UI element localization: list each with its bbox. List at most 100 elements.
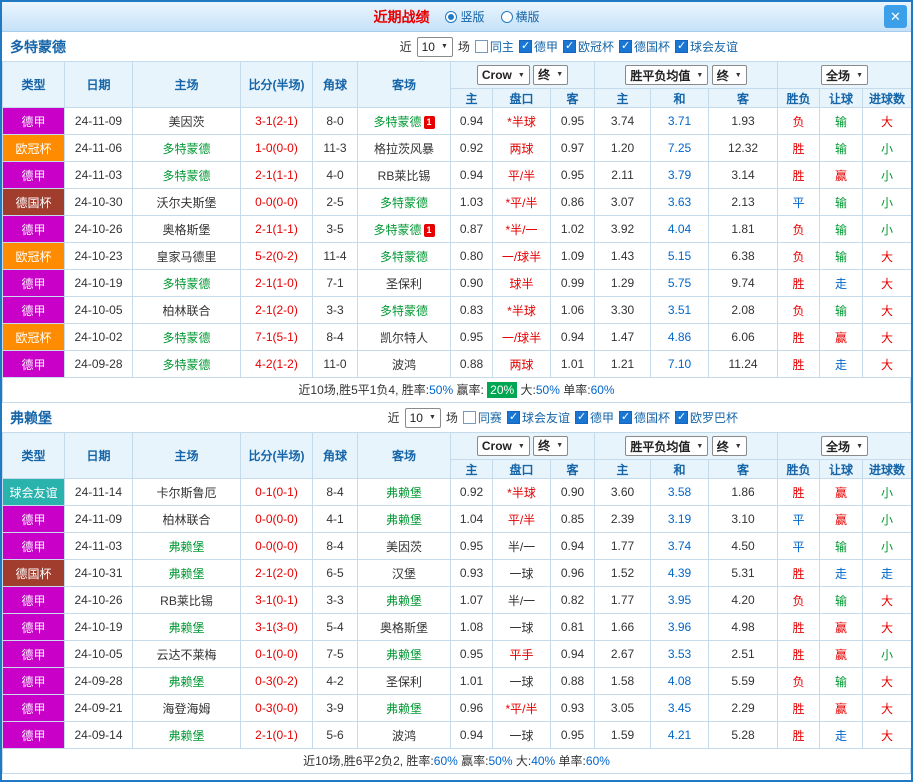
col-goals: 进球数 (863, 460, 912, 479)
scope-group-header: 全场▼ (778, 62, 912, 89)
avg-away-odds: 3.10 (709, 506, 778, 533)
col-avg-home: 主 (595, 89, 651, 108)
handicap-result: 赢 (820, 324, 863, 351)
checkbox-icon[interactable] (463, 411, 476, 424)
score: 0-0(0-0) (241, 189, 313, 216)
away-odds: 0.81 (551, 614, 595, 641)
col-odds-home: 主 (451, 89, 493, 108)
odds-company-select[interactable]: Crow▼ (477, 436, 530, 456)
filter-checkbox-league[interactable]: 德国杯 (619, 409, 670, 426)
scope-select[interactable]: 全场▼ (821, 65, 868, 85)
avg-away-odds: 4.50 (709, 533, 778, 560)
match-date: 24-11-06 (65, 135, 133, 162)
chevron-down-icon: ▼ (518, 443, 525, 450)
filter-checkbox-venue[interactable]: 同主 (475, 38, 514, 55)
radio-icon[interactable] (501, 11, 513, 23)
red-card-icon: 1 (424, 116, 435, 129)
match-row: 德甲24-10-19弗赖堡3-1(3-0)5-4奥格斯堡1.08一球0.811.… (3, 614, 912, 641)
recent-count-select[interactable]: 10 ▼ (417, 37, 453, 57)
league-badge: 德甲 (3, 668, 65, 695)
match-row: 德甲24-09-14弗赖堡2-1(0-1)5-6波鸿0.94一球0.951.59… (3, 722, 912, 749)
filter-checkbox-league[interactable]: 欧冠杯 (563, 38, 614, 55)
summary-text: 赢率: (458, 754, 489, 768)
radio-icon[interactable] (445, 11, 457, 23)
handicap: 一球 (493, 560, 551, 587)
handicap-result: 输 (820, 243, 863, 270)
avg-away-odds: 5.28 (709, 722, 778, 749)
checkbox-icon[interactable] (675, 411, 688, 424)
avg-home-odds: 3.07 (595, 189, 651, 216)
checkbox-label: 德国杯 (634, 38, 670, 55)
avg-odds-select[interactable]: 胜平负均值▼ (625, 65, 708, 85)
handicap: *半球 (493, 479, 551, 506)
checkbox-icon[interactable] (475, 40, 488, 53)
home-odds: 0.94 (451, 108, 493, 135)
result: 胜 (778, 162, 820, 189)
avg-home-odds: 2.39 (595, 506, 651, 533)
filter-checkbox-league[interactable]: 球会友谊 (675, 38, 738, 55)
match-row: 德甲24-09-28弗赖堡0-3(0-2)4-2圣保利1.01一球0.881.5… (3, 668, 912, 695)
summary-line: 近10场,胜5平1负4, 胜率:50% 赢率: 20% 大:50% 单率:60% (2, 378, 911, 403)
checkbox-icon[interactable] (507, 411, 520, 424)
result: 负 (778, 297, 820, 324)
home-team: 多特蒙德 (133, 324, 241, 351)
checkbox-label: 德甲 (534, 38, 558, 55)
summary-line: 近10场,胜6平2负2, 胜率:60% 赢率:50% 大:40% 单率:60% (2, 749, 911, 774)
checkbox-icon[interactable] (563, 40, 576, 53)
checkbox-icon[interactable] (675, 40, 688, 53)
odds-final-select[interactable]: 终▼ (533, 65, 568, 85)
league-badge: 德甲 (3, 216, 65, 243)
avg-odds-select[interactable]: 胜平负均值▼ (625, 436, 708, 456)
col-odds-away: 客 (551, 460, 595, 479)
filter-checkbox-venue[interactable]: 同赛 (463, 409, 502, 426)
checkbox-icon[interactable] (619, 40, 632, 53)
avg-draw-odds: 3.96 (651, 614, 709, 641)
summary-text: 60% (434, 754, 458, 768)
result: 平 (778, 533, 820, 560)
scope-select[interactable]: 全场▼ (821, 436, 868, 456)
goals-result: 大 (863, 587, 912, 614)
avg-final-select[interactable]: 终▼ (712, 436, 747, 456)
chevron-down-icon: ▼ (518, 72, 525, 79)
checkbox-icon[interactable] (619, 411, 632, 424)
avg-home-odds: 3.92 (595, 216, 651, 243)
layout-horizontal-radio[interactable]: 横版 (501, 8, 540, 25)
away-team: 弗赖堡 (358, 506, 451, 533)
odds-company-select[interactable]: Crow▼ (477, 65, 530, 85)
match-row: 德甲24-10-19多特蒙德2-1(1-0)7-1圣保利0.90球半0.991.… (3, 270, 912, 297)
avg-away-odds: 6.06 (709, 324, 778, 351)
layout-vertical-radio[interactable]: 竖版 (445, 8, 484, 25)
checkbox-icon[interactable] (575, 411, 588, 424)
recent-count-select[interactable]: 10 ▼ (405, 408, 441, 428)
avg-away-odds: 12.32 (709, 135, 778, 162)
col-corner: 角球 (313, 62, 358, 108)
avg-final-select[interactable]: 终▼ (712, 65, 747, 85)
corner-score: 2-5 (313, 189, 358, 216)
match-date: 24-09-21 (65, 695, 133, 722)
match-date: 24-10-05 (65, 641, 133, 668)
col-handicap: 盘口 (493, 460, 551, 479)
corner-score: 8-0 (313, 108, 358, 135)
away-team: 美因茨 (358, 533, 451, 560)
avg-home-odds: 1.29 (595, 270, 651, 297)
match-row: 球会友谊24-11-14卡尔斯鲁厄0-1(0-1)8-4弗赖堡0.92*半球0.… (3, 479, 912, 506)
corner-score: 8-4 (313, 324, 358, 351)
corner-score: 7-5 (313, 641, 358, 668)
checkbox-icon[interactable] (519, 40, 532, 53)
filter-checkbox-league[interactable]: 球会友谊 (507, 409, 570, 426)
league-badge: 欧冠杯 (3, 243, 65, 270)
filter-checkbox-league[interactable]: 德甲 (519, 38, 558, 55)
odds-final-select[interactable]: 终▼ (533, 436, 568, 456)
titlebar: 近期战绩 竖版 横版 ✕ (2, 2, 911, 32)
col-goals: 进球数 (863, 89, 912, 108)
filter-checkbox-league[interactable]: 欧罗巴杯 (675, 409, 738, 426)
score: 3-1(3-0) (241, 614, 313, 641)
summary-text: 近10场,胜5平1负4, 胜率: (298, 383, 429, 397)
corner-score: 11-4 (313, 243, 358, 270)
score: 7-1(5-1) (241, 324, 313, 351)
close-icon[interactable]: ✕ (884, 5, 907, 28)
home-odds: 0.83 (451, 297, 493, 324)
filter-checkbox-league[interactable]: 德国杯 (619, 38, 670, 55)
score: 2-1(2-0) (241, 560, 313, 587)
filter-checkbox-league[interactable]: 德甲 (575, 409, 614, 426)
